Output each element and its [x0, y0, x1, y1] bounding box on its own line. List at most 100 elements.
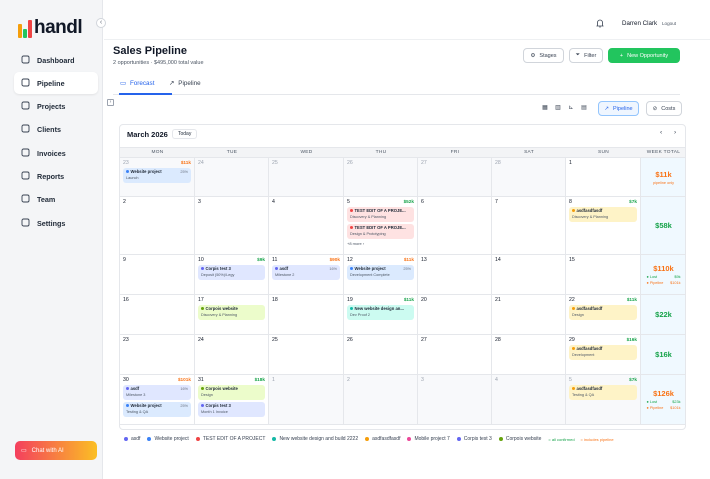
today-button[interactable]: Today — [172, 129, 198, 139]
day-number: 17 — [198, 297, 204, 303]
bar-chart-icon[interactable]: ▥ — [552, 101, 564, 113]
tab-pipeline[interactable]: ↗ Pipeline — [169, 80, 201, 87]
legend-label: Corpis test 3 — [463, 436, 492, 442]
calendar-day-cell[interactable]: 18 — [269, 295, 344, 334]
calendar-day-cell[interactable]: 25 — [269, 335, 344, 374]
calendar-day-cell[interactable]: 12 $11k Website project Development Complet… — [344, 255, 418, 294]
calendar-day-cell[interactable]: 17 Corpois website Discovery & Planning — [195, 295, 269, 334]
stages-button[interactable]: ⚙ Stages — [523, 48, 564, 63]
calendar-day-cell[interactable]: 3 — [195, 197, 269, 254]
calendar-view-icon[interactable]: ▦ — [539, 101, 551, 113]
calendar-day-cell[interactable]: 1 — [269, 375, 344, 424]
prev-month-icon[interactable]: ‹ — [660, 129, 662, 136]
calendar-day-cell[interactable]: 30 $101k asdf Milestone 3 16% Website project… — [120, 375, 195, 424]
line-chart-icon[interactable]: ⊾ — [565, 101, 577, 113]
event-card[interactable]: asdfasdfasdf Design — [569, 305, 637, 320]
day-number: 14 — [495, 257, 501, 263]
event-card[interactable]: asdfasdfasdf Testing & QA — [569, 385, 637, 400]
calendar-day-cell[interactable]: 28 — [492, 335, 566, 374]
calendar-day-cell[interactable]: 3 — [418, 375, 492, 424]
calendar-day-cell[interactable]: 5 $52k TEST EDIT OF A PROJE... Discovery & … — [344, 197, 418, 254]
event-card[interactable]: asdfasdfasdf Development — [569, 345, 637, 360]
calendar-day-cell[interactable]: 27 — [418, 335, 492, 374]
calendar-day-cell[interactable]: 16 — [120, 295, 195, 334]
sidebar-item-clients[interactable]: Clients — [14, 119, 98, 141]
sidebar-item-projects[interactable]: Projects — [14, 96, 98, 118]
calendar-day-cell[interactable]: 10 $9k Corpis test 3 Deposit (50%)/Legy — [195, 255, 269, 294]
brand-logo[interactable]: handl — [18, 17, 83, 39]
weekday-header-row: MON TUE WED THU FRI SAT SUN WEEK TOTAL — [120, 147, 685, 158]
calendar-day-cell[interactable]: 20 — [418, 295, 492, 334]
calendar-day-cell[interactable]: 11 $90k asdf Milestone 2 16% — [269, 255, 344, 294]
calendar-day-cell[interactable]: 5 $7k asdfasdfasdf Testing & QA — [566, 375, 641, 424]
calendar-day-cell[interactable]: 14 — [492, 255, 566, 294]
event-card[interactable]: TEST EDIT OF A PROJE... Discovery & Plann… — [347, 207, 414, 222]
next-month-icon[interactable]: › — [674, 129, 676, 136]
bell-icon[interactable] — [596, 19, 604, 28]
chat-with-ai-button[interactable]: ▭ Chat with AI — [15, 441, 97, 460]
weekday-header: FRI — [450, 150, 460, 155]
calendar-day-cell[interactable]: 25 — [269, 158, 344, 196]
sidebar-item-team[interactable]: Team — [14, 189, 98, 211]
legend-dot-icon — [498, 437, 503, 441]
calendar-day-cell[interactable]: 26 — [344, 335, 418, 374]
event-card[interactable]: New website design an... Dev Proof 2 — [347, 305, 414, 320]
calendar-day-cell[interactable]: 7 — [492, 197, 566, 254]
event-card[interactable]: asdf Milestone 2 16% — [272, 265, 340, 280]
calendar-day-cell[interactable]: 23 $11k Website project Launch 25% — [120, 158, 195, 196]
event-dot-icon — [350, 267, 353, 271]
calendar-day-cell[interactable]: 4 — [269, 197, 344, 254]
sidebar-item-settings[interactable]: Settings — [14, 212, 98, 234]
calendar-day-cell[interactable]: 23 — [120, 335, 195, 374]
event-card[interactable]: Corpois website Discovery & Planning — [198, 305, 265, 320]
calendar-day-cell[interactable]: 27 — [418, 158, 492, 196]
calendar-day-cell[interactable]: 2 — [344, 375, 418, 424]
sidebar-item-dashboard[interactable]: Dashboard — [14, 49, 98, 71]
sidebar-item-reports[interactable]: Reports — [14, 165, 98, 187]
tab-forecast[interactable]: ▭ Forecast — [120, 80, 154, 87]
calendar-day-cell[interactable]: 8 $7k asdfasdfasdf Discovery & Planning — [566, 197, 641, 254]
more-events-link[interactable]: +8 more › — [347, 241, 414, 246]
event-card[interactable]: Corpois website Design — [198, 385, 265, 400]
brand-name: handl — [34, 17, 83, 38]
table-view-icon[interactable]: ▤ — [578, 101, 590, 113]
sidebar-item-label: Pipeline — [37, 78, 65, 88]
costs-toggle-button[interactable]: ⊘ Costs — [646, 101, 682, 116]
event-card[interactable]: asdf Milestone 3 16% — [123, 385, 191, 400]
event-card[interactable]: Website project Development Complete 25% — [347, 265, 414, 280]
calendar-day-cell[interactable]: 2 — [120, 197, 195, 254]
calendar-day-cell[interactable]: 31 $18k Corpois website Design Corpis test 3… — [195, 375, 269, 424]
pipeline-toggle-button[interactable]: ↗ Pipeline — [598, 101, 639, 116]
calendar-day-cell[interactable]: 1 — [566, 158, 641, 196]
event-card[interactable]: Corpis test 3 Month 1 Invoice — [198, 402, 265, 417]
event-card[interactable]: Website project Testing & QA 25% — [123, 402, 191, 417]
calendar-day-cell[interactable]: 29 $16k asdfasdfasdf Development — [566, 335, 641, 374]
calendar-day-cell[interactable]: 13 — [418, 255, 492, 294]
calendar-day-cell[interactable]: 24 — [195, 158, 269, 196]
filter-button[interactable]: ⏷ Filter — [569, 48, 603, 63]
user-icon — [21, 194, 30, 205]
logout-link[interactable]: Logout — [662, 21, 676, 26]
sidebar-item-label: Projects — [37, 102, 66, 112]
sidebar-item-invoices[interactable]: Invoices — [14, 142, 98, 164]
event-title: Website project — [126, 169, 188, 174]
calendar-day-cell[interactable]: 4 — [492, 375, 566, 424]
calendar-day-cell[interactable]: 22 $11k asdfasdfasdf Design — [566, 295, 641, 334]
calendar-day-cell[interactable]: 28 — [492, 158, 566, 196]
calendar-day-cell[interactable]: 6 — [418, 197, 492, 254]
new-opportunity-button[interactable]: + New Opportunity — [608, 48, 680, 63]
calendar-day-cell[interactable]: 15 — [566, 255, 641, 294]
sidebar-item-pipeline[interactable]: Pipeline — [14, 72, 98, 95]
sidebar-collapse-button[interactable]: ‹ — [96, 18, 106, 28]
weekday-header: WED — [300, 150, 313, 155]
event-card[interactable]: Corpis test 3 Deposit (50%)/Legy — [198, 265, 265, 280]
calendar-day-cell[interactable]: 26 — [344, 158, 418, 196]
panel-toggle-icon[interactable]: › — [107, 99, 114, 106]
calendar-day-cell[interactable]: 21 — [492, 295, 566, 334]
event-card[interactable]: asdfasdfasdf Discovery & Planning — [569, 207, 637, 222]
calendar-day-cell[interactable]: 19 $11k New website design an... Dev Proof … — [344, 295, 418, 334]
event-card[interactable]: TEST EDIT OF A PROJE... Design & Prototyp… — [347, 224, 414, 239]
event-card[interactable]: Website project Launch 25% — [123, 168, 191, 183]
calendar-day-cell[interactable]: 9 — [120, 255, 195, 294]
calendar-day-cell[interactable]: 24 — [195, 335, 269, 374]
